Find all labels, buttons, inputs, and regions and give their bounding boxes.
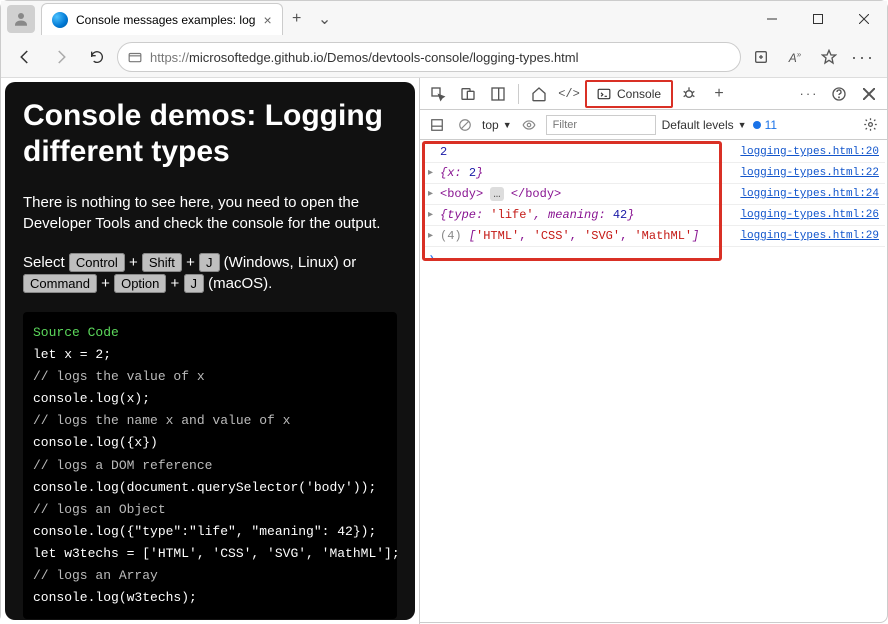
tab-close-icon[interactable]: × — [263, 12, 271, 28]
url-text: https://microsoftedge.github.io/Demos/de… — [150, 50, 579, 65]
source-link[interactable]: logging-types.html:26 — [740, 209, 879, 221]
devtools-close-button[interactable] — [855, 80, 883, 108]
expand-arrow-icon[interactable]: ▸ — [428, 167, 440, 179]
window-close-button[interactable] — [841, 1, 887, 37]
expand-arrow-icon[interactable]: ▸ — [428, 209, 440, 221]
console-settings-button[interactable] — [859, 114, 881, 136]
new-tab-button[interactable]: + — [283, 10, 311, 28]
dock-side-button[interactable] — [484, 80, 512, 108]
console-message[interactable]: ▸ (4) ['HTML', 'CSS', 'SVG', 'MathML'] l… — [422, 226, 885, 247]
window-maximize-button[interactable] — [795, 1, 841, 37]
console-icon — [597, 87, 611, 101]
device-toolbar-button[interactable] — [454, 80, 482, 108]
console-prompt[interactable] — [422, 247, 885, 269]
browser-tab[interactable]: Console messages examples: log × — [41, 3, 283, 35]
page-intro: There is nothing to see here, you need t… — [23, 192, 397, 234]
tab-title: Console messages examples: log — [76, 13, 255, 27]
back-button[interactable] — [9, 41, 41, 73]
context-selector[interactable]: top▼ — [482, 118, 512, 132]
issues-badge[interactable]: 11 — [753, 118, 777, 132]
titlebar: Console messages examples: log × + ⌄ — [1, 1, 887, 37]
profile-button[interactable] — [7, 5, 35, 33]
source-code-block: Source Code let x = 2;// logs the value … — [23, 312, 397, 619]
more-tools-button[interactable]: ··· — [795, 80, 823, 108]
console-messages: 2 logging-types.html:20 ▸ {x: 2} logging… — [420, 140, 887, 624]
source-code-label: Source Code — [33, 322, 387, 344]
favorite-button[interactable] — [813, 41, 845, 73]
source-link[interactable]: logging-types.html:20 — [740, 146, 879, 158]
forward-button[interactable] — [45, 41, 77, 73]
log-levels-selector[interactable]: Default levels▼ — [662, 118, 747, 132]
read-aloud-button[interactable]: A» — [779, 41, 811, 73]
toggle-drawer-button[interactable] — [426, 114, 448, 136]
help-button[interactable] — [825, 80, 853, 108]
expand-arrow-icon[interactable]: ▸ — [428, 230, 440, 242]
devtools-panel: </> Console + ··· — [419, 78, 887, 624]
console-message[interactable]: ▸ {type: 'life', meaning: 42} logging-ty… — [422, 205, 885, 226]
console-message[interactable]: ▸ {x: 2} logging-types.html:22 — [422, 163, 885, 184]
clear-console-button[interactable] — [454, 114, 476, 136]
site-info-icon — [128, 50, 142, 64]
welcome-tab[interactable] — [525, 80, 553, 108]
source-link[interactable]: logging-types.html:24 — [740, 188, 879, 200]
window-minimize-button[interactable] — [749, 1, 795, 37]
page-title: Console demos: Logging different types — [23, 98, 397, 170]
console-tab[interactable]: Console — [585, 80, 673, 108]
reload-button[interactable] — [81, 41, 113, 73]
edge-favicon — [52, 12, 68, 28]
inspect-element-button[interactable] — [424, 80, 452, 108]
live-expression-button[interactable] — [518, 114, 540, 136]
address-bar[interactable]: https://microsoftedge.github.io/Demos/de… — [117, 42, 741, 72]
tab-overflow-button[interactable]: ⌄ — [311, 9, 339, 29]
settings-menu-button[interactable]: ··· — [847, 41, 879, 73]
source-link[interactable]: logging-types.html:29 — [740, 230, 879, 242]
console-message[interactable]: ▸ <body> … </body> logging-types.html:24 — [422, 184, 885, 205]
collections-button[interactable] — [745, 41, 777, 73]
source-link[interactable]: logging-types.html:22 — [740, 167, 879, 179]
console-tab-label: Console — [617, 87, 661, 101]
sources-debugger-icon[interactable] — [675, 80, 703, 108]
new-tab-devtools-button[interactable]: + — [705, 80, 733, 108]
console-message[interactable]: 2 logging-types.html:20 — [422, 142, 885, 163]
filter-input[interactable] — [546, 115, 656, 135]
elements-tab[interactable]: </> — [555, 80, 583, 108]
issue-dot-icon — [753, 121, 761, 129]
expand-arrow-icon[interactable]: ▸ — [428, 188, 440, 200]
keyboard-instructions: Select Control + Shift + J (Windows, Lin… — [23, 252, 397, 294]
page-content: Console demos: Logging different types T… — [1, 78, 419, 624]
